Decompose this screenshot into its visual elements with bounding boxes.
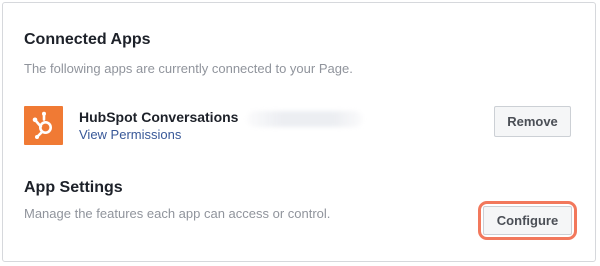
redacted-text xyxy=(247,111,363,127)
remove-button[interactable]: Remove xyxy=(494,106,571,137)
configure-button[interactable]: Configure xyxy=(483,206,572,235)
connected-apps-heading: Connected Apps xyxy=(24,31,151,48)
connected-apps-description: The following apps are currently connect… xyxy=(24,61,353,76)
view-permissions-link[interactable]: View Permissions xyxy=(79,127,181,142)
connected-apps-panel: Connected Apps The following apps are cu… xyxy=(2,2,596,262)
app-settings-heading: App Settings xyxy=(24,179,123,196)
app-settings-description: Manage the features each app can access … xyxy=(24,206,331,221)
hubspot-logo-icon xyxy=(24,106,63,145)
app-name: HubSpot Conversations xyxy=(79,109,239,125)
